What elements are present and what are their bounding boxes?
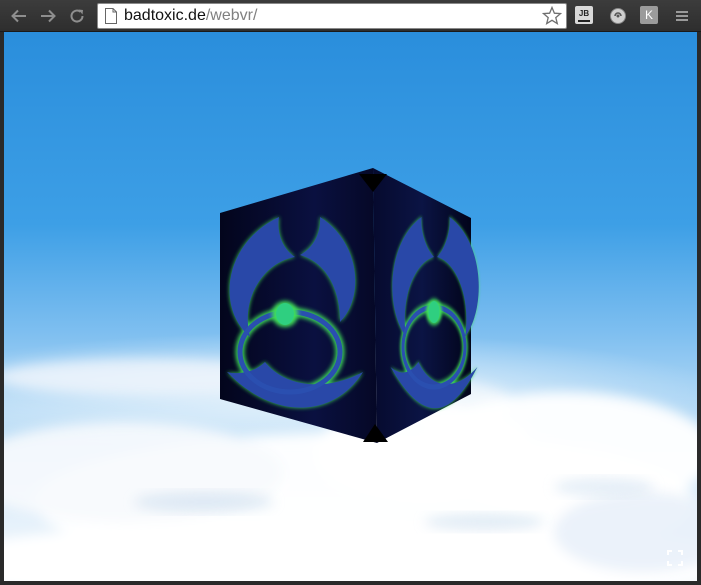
webvr-scene <box>4 168 697 581</box>
menu-icon <box>676 11 688 21</box>
back-button[interactable] <box>8 5 30 27</box>
address-bar[interactable]: badtoxic.de/webvr/ <box>97 3 567 29</box>
forward-arrow-icon <box>41 9 56 23</box>
jb-extension-bar <box>578 20 590 22</box>
forward-button[interactable] <box>37 5 59 27</box>
jb-extension-label: JB <box>578 9 590 18</box>
fullscreen-icon[interactable] <box>667 550 683 566</box>
back-arrow-icon <box>11 9 26 23</box>
reload-button[interactable] <box>66 5 88 27</box>
k-extension-label: K <box>644 8 653 22</box>
webvr-canvas[interactable] <box>4 32 697 581</box>
url-path: /webvr/ <box>205 7 258 24</box>
reload-icon <box>70 9 84 23</box>
star-icon[interactable] <box>542 6 562 26</box>
circle-extension-icon <box>610 8 626 24</box>
browser-toolbar: badtoxic.de/webvr/ JB K <box>0 0 701 32</box>
browser-window: badtoxic.de/webvr/ JB K <box>0 0 701 585</box>
circle-extension-button[interactable] <box>608 6 628 26</box>
url-host: badtoxic.de <box>124 7 206 24</box>
menu-button[interactable] <box>672 6 692 26</box>
biohazard-cube <box>220 168 479 443</box>
k-extension-button[interactable]: K <box>640 6 658 24</box>
jb-extension-button[interactable]: JB <box>575 6 593 24</box>
url-text[interactable]: badtoxic.de/webvr/ <box>124 7 257 25</box>
page-icon <box>105 8 117 24</box>
